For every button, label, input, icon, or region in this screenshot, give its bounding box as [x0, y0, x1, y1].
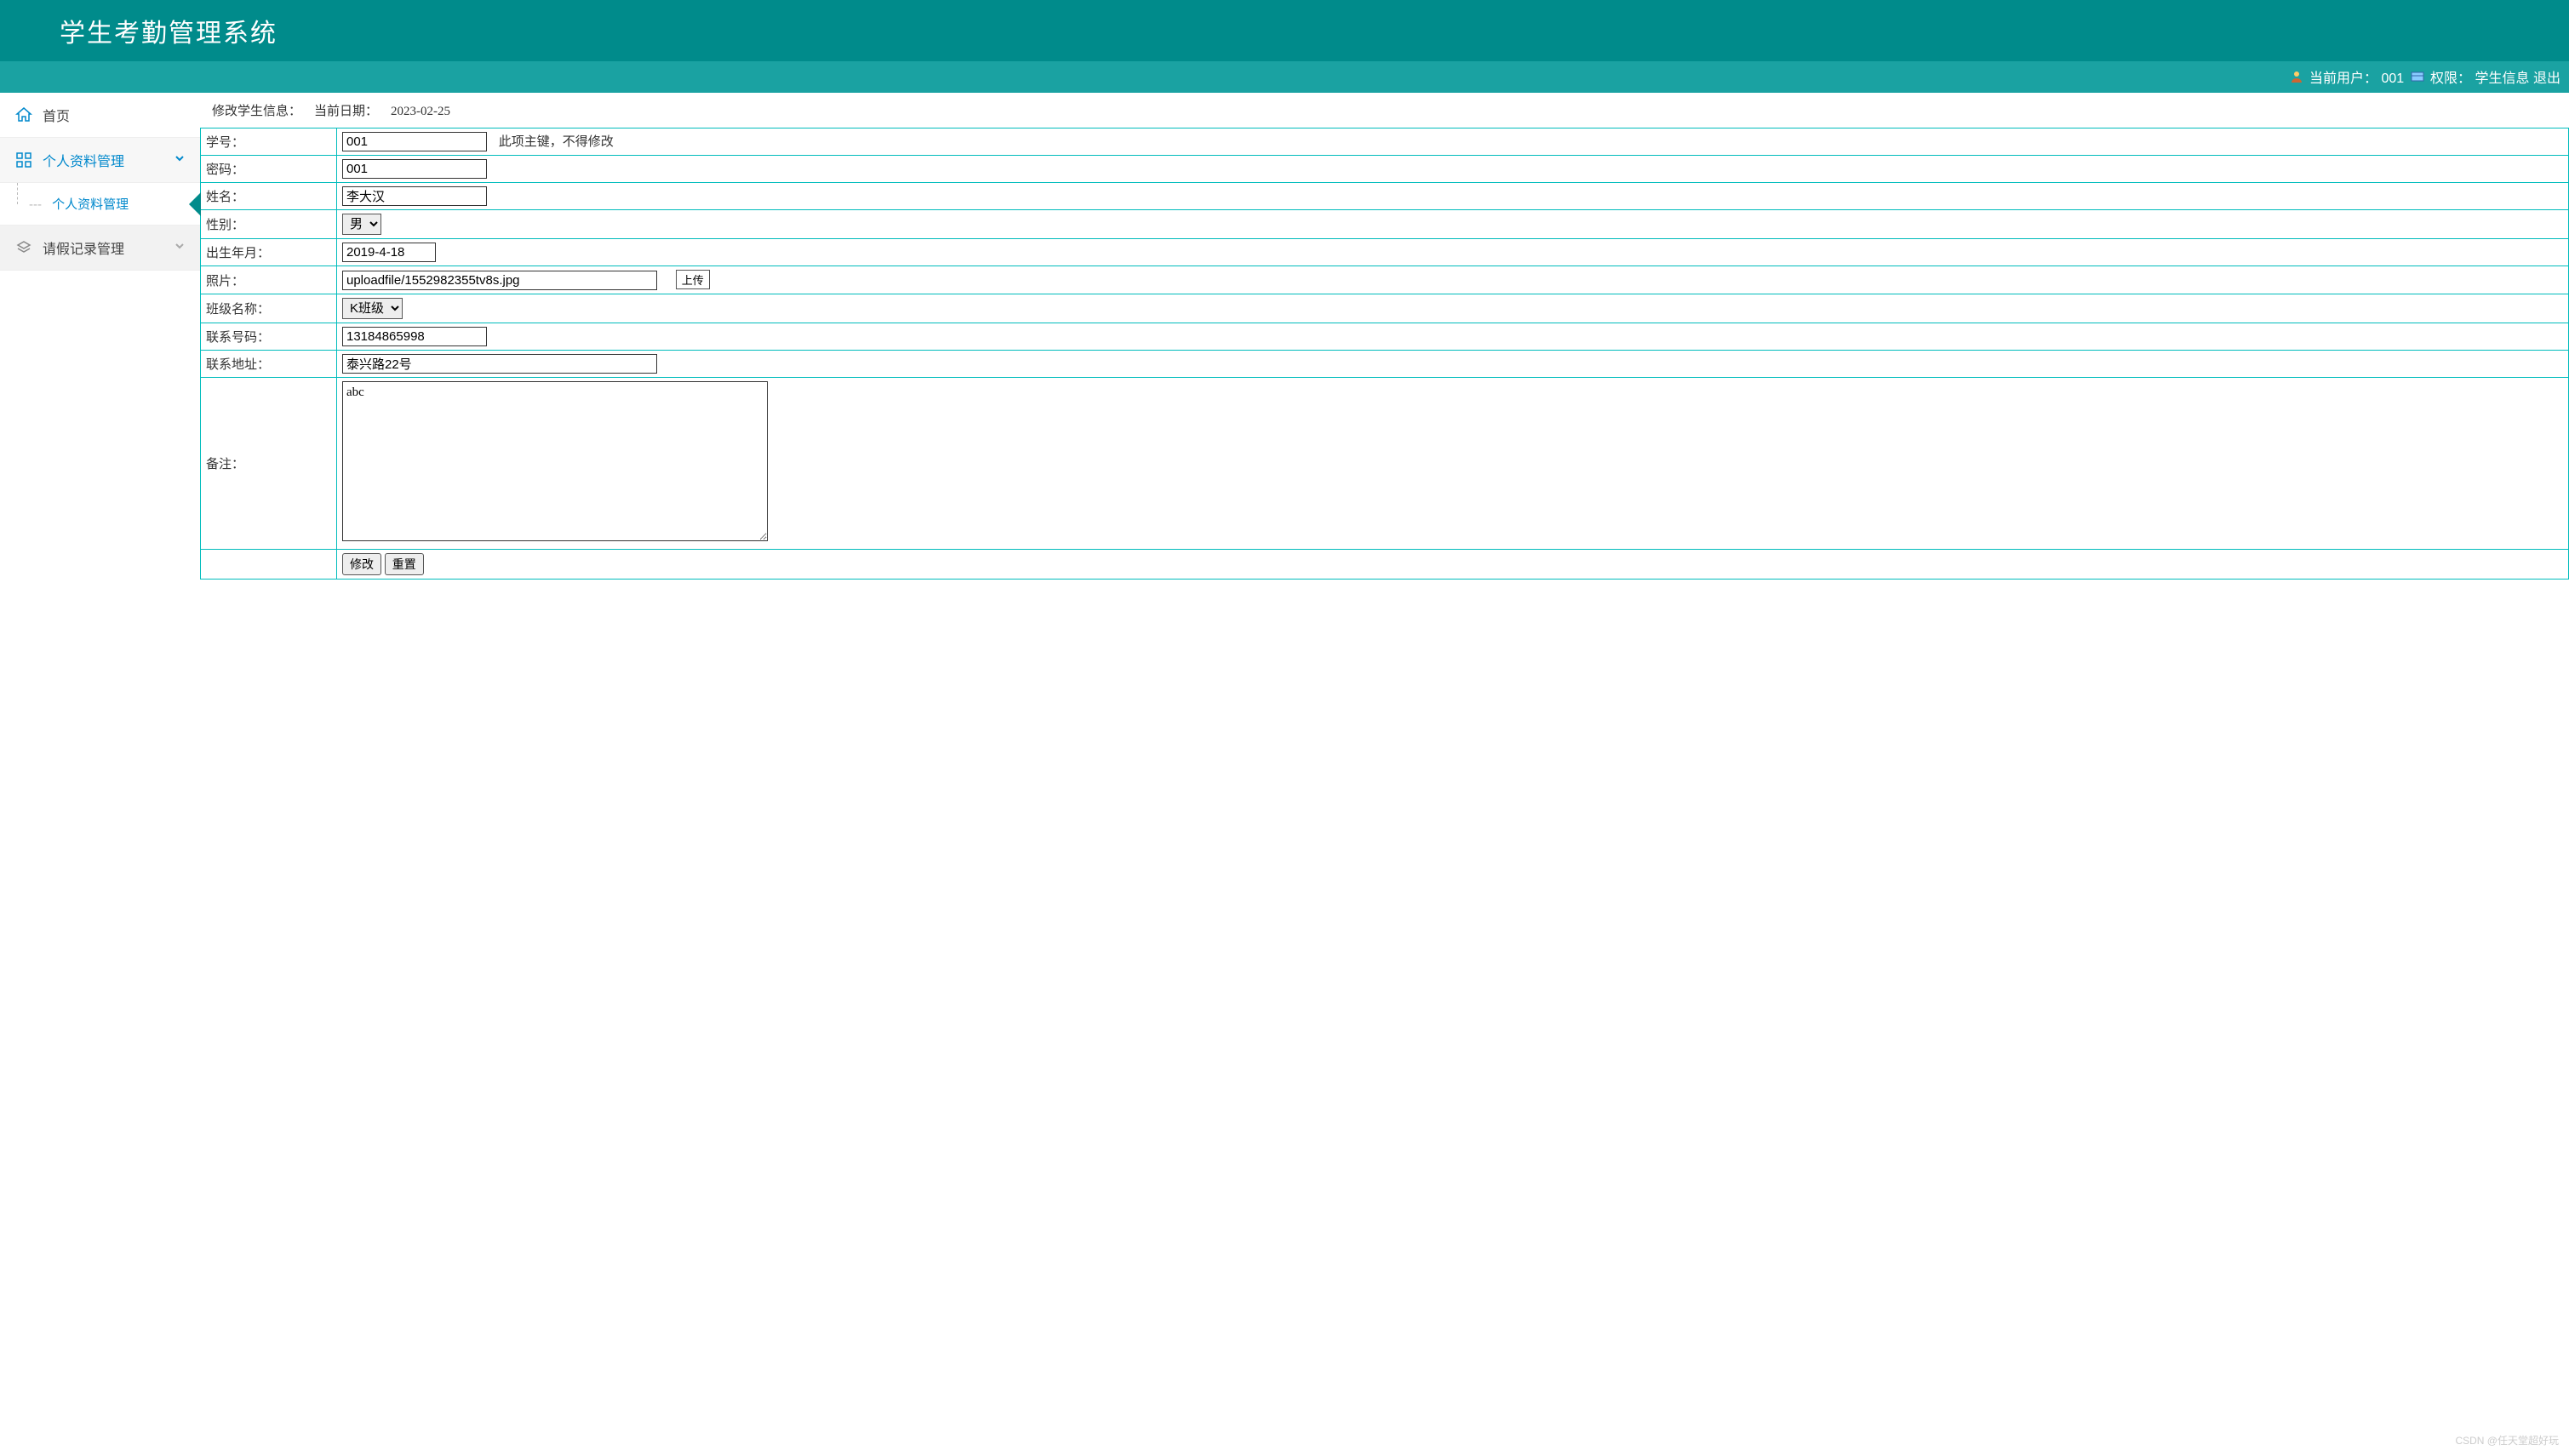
label-phone: 联系号码： — [201, 323, 337, 351]
upload-button[interactable]: 上传 — [676, 270, 710, 289]
table-row: 联系号码： — [201, 323, 2569, 351]
save-button[interactable]: 修改 — [342, 553, 381, 575]
current-user-value: 001 — [2381, 71, 2404, 86]
input-address[interactable] — [342, 354, 657, 374]
app-header: 学生考勤管理系统 — [0, 0, 2569, 61]
table-row: 照片： 上传 — [201, 266, 2569, 294]
label-address: 联系地址： — [201, 351, 337, 378]
home-icon — [15, 106, 32, 123]
date-value: 2023-02-25 — [391, 105, 450, 118]
sidebar-item-label: 个人资料管理 — [43, 150, 124, 170]
label-gender: 性别： — [201, 210, 337, 239]
table-row: 性别： 男 — [201, 210, 2569, 239]
label-birth: 出生年月： — [201, 239, 337, 266]
chevron-down-icon — [175, 152, 185, 168]
sidebar-sub-label: 个人资料管理 — [52, 197, 129, 212]
user-icon — [2290, 70, 2303, 88]
date-label: 当前日期： — [314, 105, 378, 118]
sidebar-sub-profile[interactable]: --- 个人资料管理 — [0, 183, 200, 226]
sidebar: 首页 个人资料管理 --- 个人资料管理 请假记录管理 — [0, 93, 200, 580]
input-phone[interactable] — [342, 327, 487, 346]
label-password: 密码： — [201, 156, 337, 183]
table-row: 修改 重置 — [201, 550, 2569, 580]
role-icon — [2411, 70, 2424, 88]
role-label: 权限： — [2430, 71, 2471, 86]
table-row: 班级名称： K班级 — [201, 294, 2569, 323]
table-row: 姓名： — [201, 183, 2569, 210]
table-row: 备注： — [201, 378, 2569, 550]
grid-icon — [15, 151, 32, 168]
table-row: 密码： — [201, 156, 2569, 183]
status-bar: 当前用户： 001 权限： 学生信息 退出 — [0, 61, 2569, 93]
label-remark: 备注： — [201, 378, 337, 550]
input-photo-path[interactable] — [342, 271, 657, 290]
label-name: 姓名： — [201, 183, 337, 210]
input-student-id[interactable] — [342, 132, 487, 151]
input-name[interactable] — [342, 186, 487, 206]
select-gender[interactable]: 男 — [342, 214, 381, 235]
tree-dash: --- — [29, 197, 42, 212]
main-content: 修改学生信息： 当前日期： 2023-02-25 学号： 此项主键，不得修改 密… — [200, 93, 2569, 580]
watermark: CSDN @任天堂超好玩 — [2455, 1433, 2559, 1447]
sidebar-item-home[interactable]: 首页 — [0, 93, 200, 138]
input-password[interactable] — [342, 159, 487, 179]
label-student-id: 学号： — [201, 128, 337, 156]
sidebar-item-profile[interactable]: 个人资料管理 — [0, 138, 200, 183]
label-empty — [201, 550, 337, 580]
hint-student-id: 此项主键，不得修改 — [499, 135, 614, 149]
sidebar-item-leave[interactable]: 请假记录管理 — [0, 226, 200, 271]
select-class[interactable]: K班级 — [342, 298, 403, 319]
textarea-remark[interactable] — [342, 381, 768, 541]
label-photo: 照片： — [201, 266, 337, 294]
chevron-down-icon — [175, 240, 185, 255]
sidebar-item-label: 首页 — [43, 105, 70, 125]
input-birth[interactable] — [342, 243, 436, 262]
table-row: 学号： 此项主键，不得修改 — [201, 128, 2569, 156]
role-value: 学生信息 — [2475, 71, 2530, 86]
active-indicator-icon — [189, 192, 201, 216]
page-title: 修改学生信息： 当前日期： 2023-02-25 — [200, 93, 2569, 128]
stack-icon — [15, 239, 32, 256]
page-title-prefix: 修改学生信息： — [212, 105, 301, 118]
table-row: 出生年月： — [201, 239, 2569, 266]
logout-link[interactable]: 退出 — [2533, 71, 2560, 86]
student-form-table: 学号： 此项主键，不得修改 密码： 姓名： 性别： 男 — [200, 128, 2569, 580]
current-user-label: 当前用户： — [2309, 71, 2377, 86]
app-title: 学生考勤管理系统 — [60, 20, 277, 48]
sidebar-item-label: 请假记录管理 — [43, 237, 124, 258]
label-class: 班级名称： — [201, 294, 337, 323]
table-row: 联系地址： — [201, 351, 2569, 378]
reset-button[interactable]: 重置 — [385, 553, 424, 575]
